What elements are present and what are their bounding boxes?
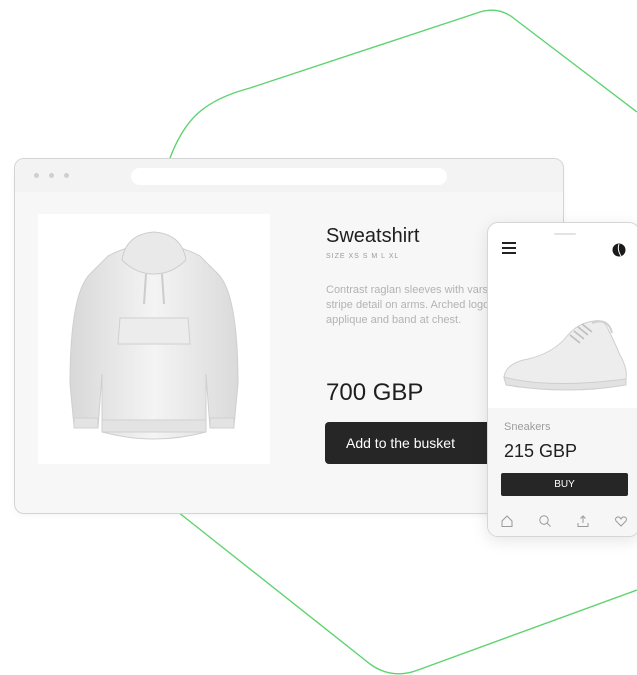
desktop-browser-window: Sweatshirt SIZE XS S M L XL Contrast rag… [14,158,564,514]
mobile-product-name: Sneakers [504,421,551,433]
product-title: Sweatshirt [326,225,420,247]
sneaker-image [503,320,627,391]
profile-icon[interactable] [612,243,626,257]
mobile-product-panel: Sneakers 215 GBP BUY [488,408,637,536]
product-price: 700 GBP [326,379,424,406]
browser-toolbar [15,159,563,192]
mobile-tab-bar [488,511,637,535]
window-dot [64,173,69,178]
buy-button[interactable]: BUY [501,473,628,496]
address-bar[interactable] [131,168,447,185]
hoodie-image [69,231,239,440]
phone-notch [554,233,576,235]
mobile-product-price: 215 GBP [504,441,578,461]
product-description: Contrast raglan sleeves with varsity str… [326,284,500,326]
mobile-device-mockup: Sneakers 215 GBP BUY [487,222,637,537]
home-icon[interactable] [500,514,514,528]
share-icon[interactable] [576,514,590,528]
search-icon[interactable] [538,514,552,528]
size-options[interactable]: SIZE XS S M L XL [326,253,399,260]
hamburger-icon[interactable] [502,242,516,254]
heart-icon[interactable] [614,514,628,528]
window-dot [49,173,54,178]
window-dot [34,173,39,178]
product-image-hoodie [38,214,270,464]
add-to-basket-button[interactable]: Add to the busket [325,422,505,464]
